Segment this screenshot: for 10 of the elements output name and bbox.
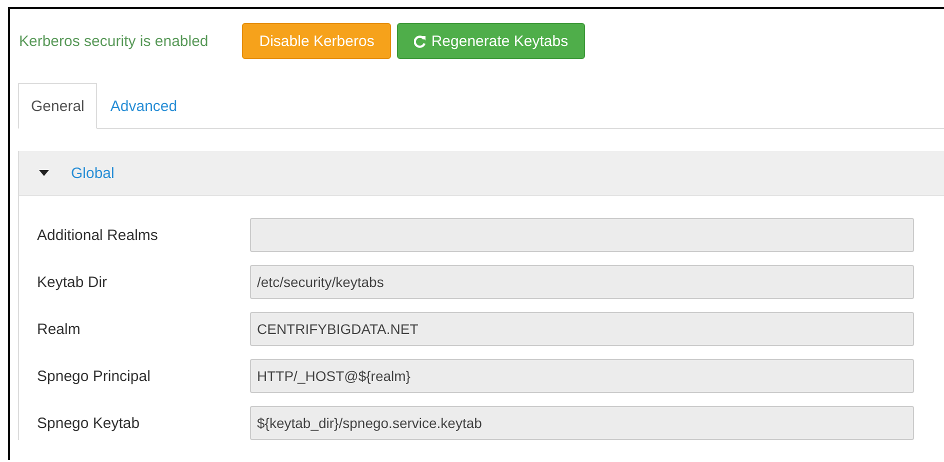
field-label: Spnego Keytab: [37, 414, 141, 432]
section-title: Global: [71, 164, 114, 182]
tab[interactable]: Advanced: [97, 83, 190, 129]
field-label: Spnego Principal: [37, 368, 152, 384]
status-text: Kerberos security is enabled: [19, 32, 208, 50]
tab[interactable]: General: [18, 83, 98, 129]
field-label: Realm: [37, 320, 82, 338]
field-label: Additional Realms: [37, 226, 159, 244]
refresh-icon: [414, 34, 426, 48]
field-label: Keytab Dir: [37, 274, 108, 290]
